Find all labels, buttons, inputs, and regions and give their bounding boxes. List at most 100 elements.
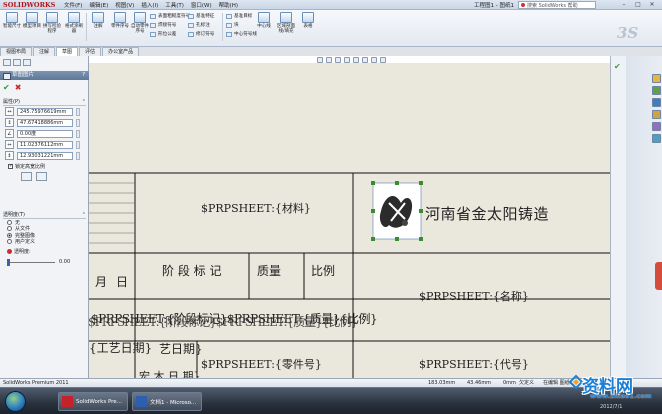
tab-office-products[interactable]: 办公室产品 bbox=[102, 47, 140, 56]
area-hatch-button[interactable]: 区域剖面线/填充 bbox=[276, 12, 296, 34]
spell-check-button[interactable]: 拼写检验程序 bbox=[42, 12, 62, 34]
flip-horizontal-icon[interactable] bbox=[21, 172, 32, 181]
menu-file[interactable]: 文件(F) bbox=[64, 1, 82, 9]
angle-spinner[interactable] bbox=[76, 129, 80, 138]
taskbar-word[interactable]: 文档1 - Microso... bbox=[132, 392, 202, 411]
collapse-icon[interactable]: ⌃ bbox=[82, 212, 86, 218]
slider-handle[interactable] bbox=[7, 259, 10, 266]
menu-view[interactable]: 视图(V) bbox=[115, 1, 134, 9]
height-field[interactable]: 12.93031221mm bbox=[17, 151, 73, 160]
drawing-sheet[interactable]: $PRPSHEET:{材料} 河南省金太阳铸造 月 日 阶 段 标 记 质量 比… bbox=[89, 63, 610, 378]
slider-track bbox=[9, 262, 55, 263]
model-items-button[interactable]: 模型项目 bbox=[22, 12, 42, 29]
tab-evaluate[interactable]: 评估 bbox=[79, 47, 102, 56]
datum-feature-icon bbox=[188, 13, 194, 19]
taskbar-solidworks[interactable]: SolidWorks Pre... bbox=[58, 392, 128, 411]
overlapping-text-row3[interactable]: 宏 木 日 期} bbox=[139, 368, 201, 378]
angle-row: ∠ 0.00度 bbox=[5, 128, 86, 139]
config-manager-icon[interactable] bbox=[23, 59, 31, 66]
datum-target-button[interactable]: 基准目标 bbox=[226, 13, 252, 19]
process-date-field[interactable]: {工艺日期} bbox=[89, 339, 152, 356]
menu-tools[interactable]: 工具(T) bbox=[165, 1, 184, 9]
part-number-field[interactable]: $PRPSHEET:{零件号} bbox=[201, 356, 322, 372]
feature-tree-icon[interactable] bbox=[3, 59, 11, 66]
cancel-x-icon[interactable]: ✖ bbox=[15, 83, 22, 92]
tab-sketch[interactable]: 草图 bbox=[56, 47, 79, 56]
custom-properties-icon[interactable] bbox=[652, 134, 661, 143]
maximize-icon[interactable]: □ bbox=[634, 1, 642, 8]
properties-section-header[interactable]: 属性(P) ⌃ bbox=[3, 99, 86, 106]
ribbon-separator bbox=[86, 13, 87, 41]
menu-edit[interactable]: 编辑(E) bbox=[89, 1, 108, 9]
property-manager-icon[interactable] bbox=[13, 59, 21, 66]
minimize-icon[interactable]: – bbox=[620, 1, 628, 8]
ds-brand-mark: 3S bbox=[617, 24, 639, 42]
tab-view-layout[interactable]: 视图布局 bbox=[0, 47, 33, 56]
lock-aspect-checkbox[interactable]: 锁定高宽比例 bbox=[8, 163, 86, 170]
note-button[interactable]: 注解 bbox=[88, 12, 108, 29]
auto-balloon-button[interactable]: 自动零件序号 bbox=[130, 12, 150, 34]
x-position-field[interactable]: 245.75976619mm bbox=[17, 107, 73, 116]
block-button[interactable]: 块 bbox=[226, 22, 239, 28]
code-field[interactable]: $PRPSHEET:{代号} bbox=[419, 356, 529, 372]
tab-annotation[interactable]: 注解 bbox=[33, 47, 56, 56]
height-row: ⇕ 12.93031221mm bbox=[5, 150, 86, 161]
overlapping-text-row1-ghost: $PRPSHEET:{阶段标记}$PRPSHEET:{质量}{比例} bbox=[89, 315, 358, 329]
smart-dimension-button[interactable]: 智能尺寸 bbox=[2, 12, 22, 29]
overlapping-text-row2[interactable]: 艺日期} bbox=[159, 340, 203, 357]
sketch-picture-selection[interactable] bbox=[371, 181, 423, 241]
resources-icon[interactable] bbox=[652, 74, 661, 83]
day-header: 日 bbox=[116, 275, 129, 289]
collapse-icon[interactable]: ⌃ bbox=[82, 99, 86, 105]
command-manager: 智能尺寸 模型项目 拼写检验程序 格式涂刷器 注解 零件序号 自动零件序号 表面… bbox=[0, 10, 662, 47]
company-name[interactable]: 河南省金太阳铸造 bbox=[425, 203, 549, 224]
menu-bar: 文件(F) 编辑(E) 视图(V) 插入(I) 工具(T) 窗口(W) 帮助(H… bbox=[64, 1, 238, 9]
x-position-spinner[interactable] bbox=[76, 107, 80, 116]
centerline-button[interactable]: 中心线 bbox=[254, 12, 274, 29]
y-position-spinner[interactable] bbox=[76, 118, 80, 127]
hole-callout-button[interactable]: 孔标注 bbox=[188, 22, 210, 28]
center-mark-icon bbox=[226, 31, 232, 37]
format-painter-button[interactable]: 格式涂刷器 bbox=[64, 12, 84, 34]
width-spinner[interactable] bbox=[76, 140, 80, 149]
solidworks-logo[interactable]: SOLIDWORKS bbox=[3, 1, 55, 9]
revision-symbol-button[interactable]: 修订符号 bbox=[188, 31, 214, 37]
surface-finish-button[interactable]: 表面粗糙度符号 bbox=[150, 13, 190, 19]
datum-feature-button[interactable]: 基准特征 bbox=[188, 13, 214, 19]
start-button-icon[interactable] bbox=[5, 391, 26, 412]
flip-vertical-icon[interactable] bbox=[36, 172, 47, 181]
geometric-tolerance-button[interactable]: 形位公差 bbox=[150, 31, 176, 37]
balloon-button[interactable]: 零件序号 bbox=[110, 12, 130, 29]
ok-check-icon[interactable]: ✔ bbox=[3, 83, 10, 92]
weld-symbol-button[interactable]: 焊接符号 bbox=[150, 22, 176, 28]
slider-value: 0.00 bbox=[59, 259, 71, 265]
material-field[interactable]: $PRPSHEET:{材料} bbox=[201, 200, 311, 216]
menu-help[interactable]: 帮助(H) bbox=[219, 1, 238, 9]
file-explorer-icon[interactable] bbox=[652, 98, 661, 107]
search-input[interactable]: 搜索 SolidWorks 帮助 bbox=[518, 1, 596, 9]
transparency-slider[interactable]: 0.00 bbox=[7, 258, 86, 268]
confirm-check-icon[interactable]: ✔ bbox=[614, 62, 621, 71]
format-painter-icon bbox=[68, 12, 80, 23]
angle-field[interactable]: 0.00度 bbox=[17, 129, 73, 138]
table-button[interactable]: 表格 bbox=[298, 12, 318, 29]
graphics-area[interactable]: $PRPSHEET:{材料} 河南省金太阳铸造 月 日 阶 段 标 记 质量 比… bbox=[89, 56, 610, 378]
name-field[interactable]: $PRPSHEET:{名称} bbox=[419, 288, 529, 304]
x-position-row: ↔ 245.75976619mm bbox=[5, 106, 86, 117]
menu-window[interactable]: 窗口(W) bbox=[191, 1, 212, 9]
y-position-field[interactable]: 47.67418886mm bbox=[17, 118, 73, 127]
height-spinner[interactable] bbox=[76, 151, 80, 160]
task-pane-tab[interactable] bbox=[655, 262, 662, 290]
center-mark-button[interactable]: 中心符号线 bbox=[226, 31, 257, 37]
appearances-icon[interactable] bbox=[652, 122, 661, 131]
view-palette-icon[interactable] bbox=[652, 110, 661, 119]
menu-insert[interactable]: 插入(I) bbox=[141, 1, 158, 9]
close-icon[interactable]: ✕ bbox=[648, 1, 656, 8]
help-icon[interactable]: ? bbox=[82, 71, 85, 80]
radio-user-defined[interactable]: 用户定义 bbox=[7, 239, 86, 245]
design-library-icon[interactable] bbox=[652, 86, 661, 95]
note-icon bbox=[92, 12, 104, 23]
width-field[interactable]: 11.02376112mm bbox=[17, 140, 73, 149]
smart-dimension-icon bbox=[6, 12, 18, 23]
y-position-row: ↕ 47.67418886mm bbox=[5, 117, 86, 128]
